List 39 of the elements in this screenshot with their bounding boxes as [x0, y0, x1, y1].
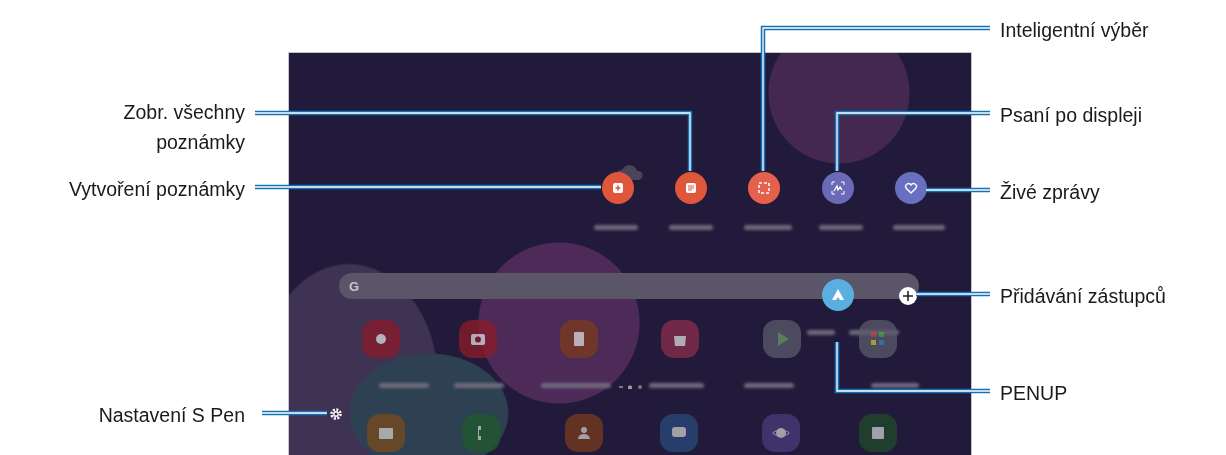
add-button[interactable] — [899, 287, 917, 305]
note-lines-icon — [683, 180, 699, 196]
note-plus-icon — [610, 180, 626, 196]
settings-icon[interactable] — [329, 407, 343, 421]
penup-button[interactable] — [822, 279, 854, 311]
camera-app-icon[interactable] — [459, 320, 497, 358]
screen-write-button[interactable] — [822, 172, 854, 204]
leader-line — [261, 410, 328, 416]
leader-line — [925, 187, 991, 193]
callout-label: Zobr. všechny poznámky — [123, 100, 245, 155]
note-add-button[interactable] — [602, 172, 634, 204]
callout-label: Živé zprávy — [1000, 180, 1100, 205]
live-message-button[interactable] — [895, 172, 927, 204]
dashed-square-icon — [756, 180, 772, 196]
messages-app-icon[interactable] — [660, 414, 698, 452]
folder-app-icon[interactable] — [859, 320, 897, 358]
calendar-app-icon[interactable] — [859, 414, 897, 452]
callout-label: Psaní po displeji — [1000, 103, 1142, 128]
selection-button[interactable] — [748, 172, 780, 204]
pen-scribble-icon — [830, 180, 846, 196]
plus-icon — [902, 290, 914, 302]
callout-label: Nastavení S Pen — [98, 403, 245, 428]
callout-label: Přidávání zástupců — [1000, 284, 1166, 309]
internet-app-icon[interactable] — [762, 414, 800, 452]
gallery-app-icon[interactable] — [362, 320, 400, 358]
callout-label: PENUP — [1000, 381, 1068, 406]
store-app-icon[interactable] — [661, 320, 699, 358]
play-store-app-icon[interactable] — [763, 320, 801, 358]
contacts-app-icon[interactable] — [565, 414, 603, 452]
google-logo: G — [349, 278, 360, 294]
search-bar[interactable]: G — [339, 273, 919, 299]
page-indicator-icon — [619, 384, 643, 390]
tent-icon — [830, 287, 846, 303]
heart-icon — [903, 180, 919, 196]
notes-button[interactable] — [675, 172, 707, 204]
files-app-icon[interactable] — [367, 414, 405, 452]
callout-label: Vytvoření poznámky — [69, 177, 245, 202]
notes-app-icon[interactable] — [560, 320, 598, 358]
callout-label: Inteligentní výběr — [1000, 18, 1149, 43]
